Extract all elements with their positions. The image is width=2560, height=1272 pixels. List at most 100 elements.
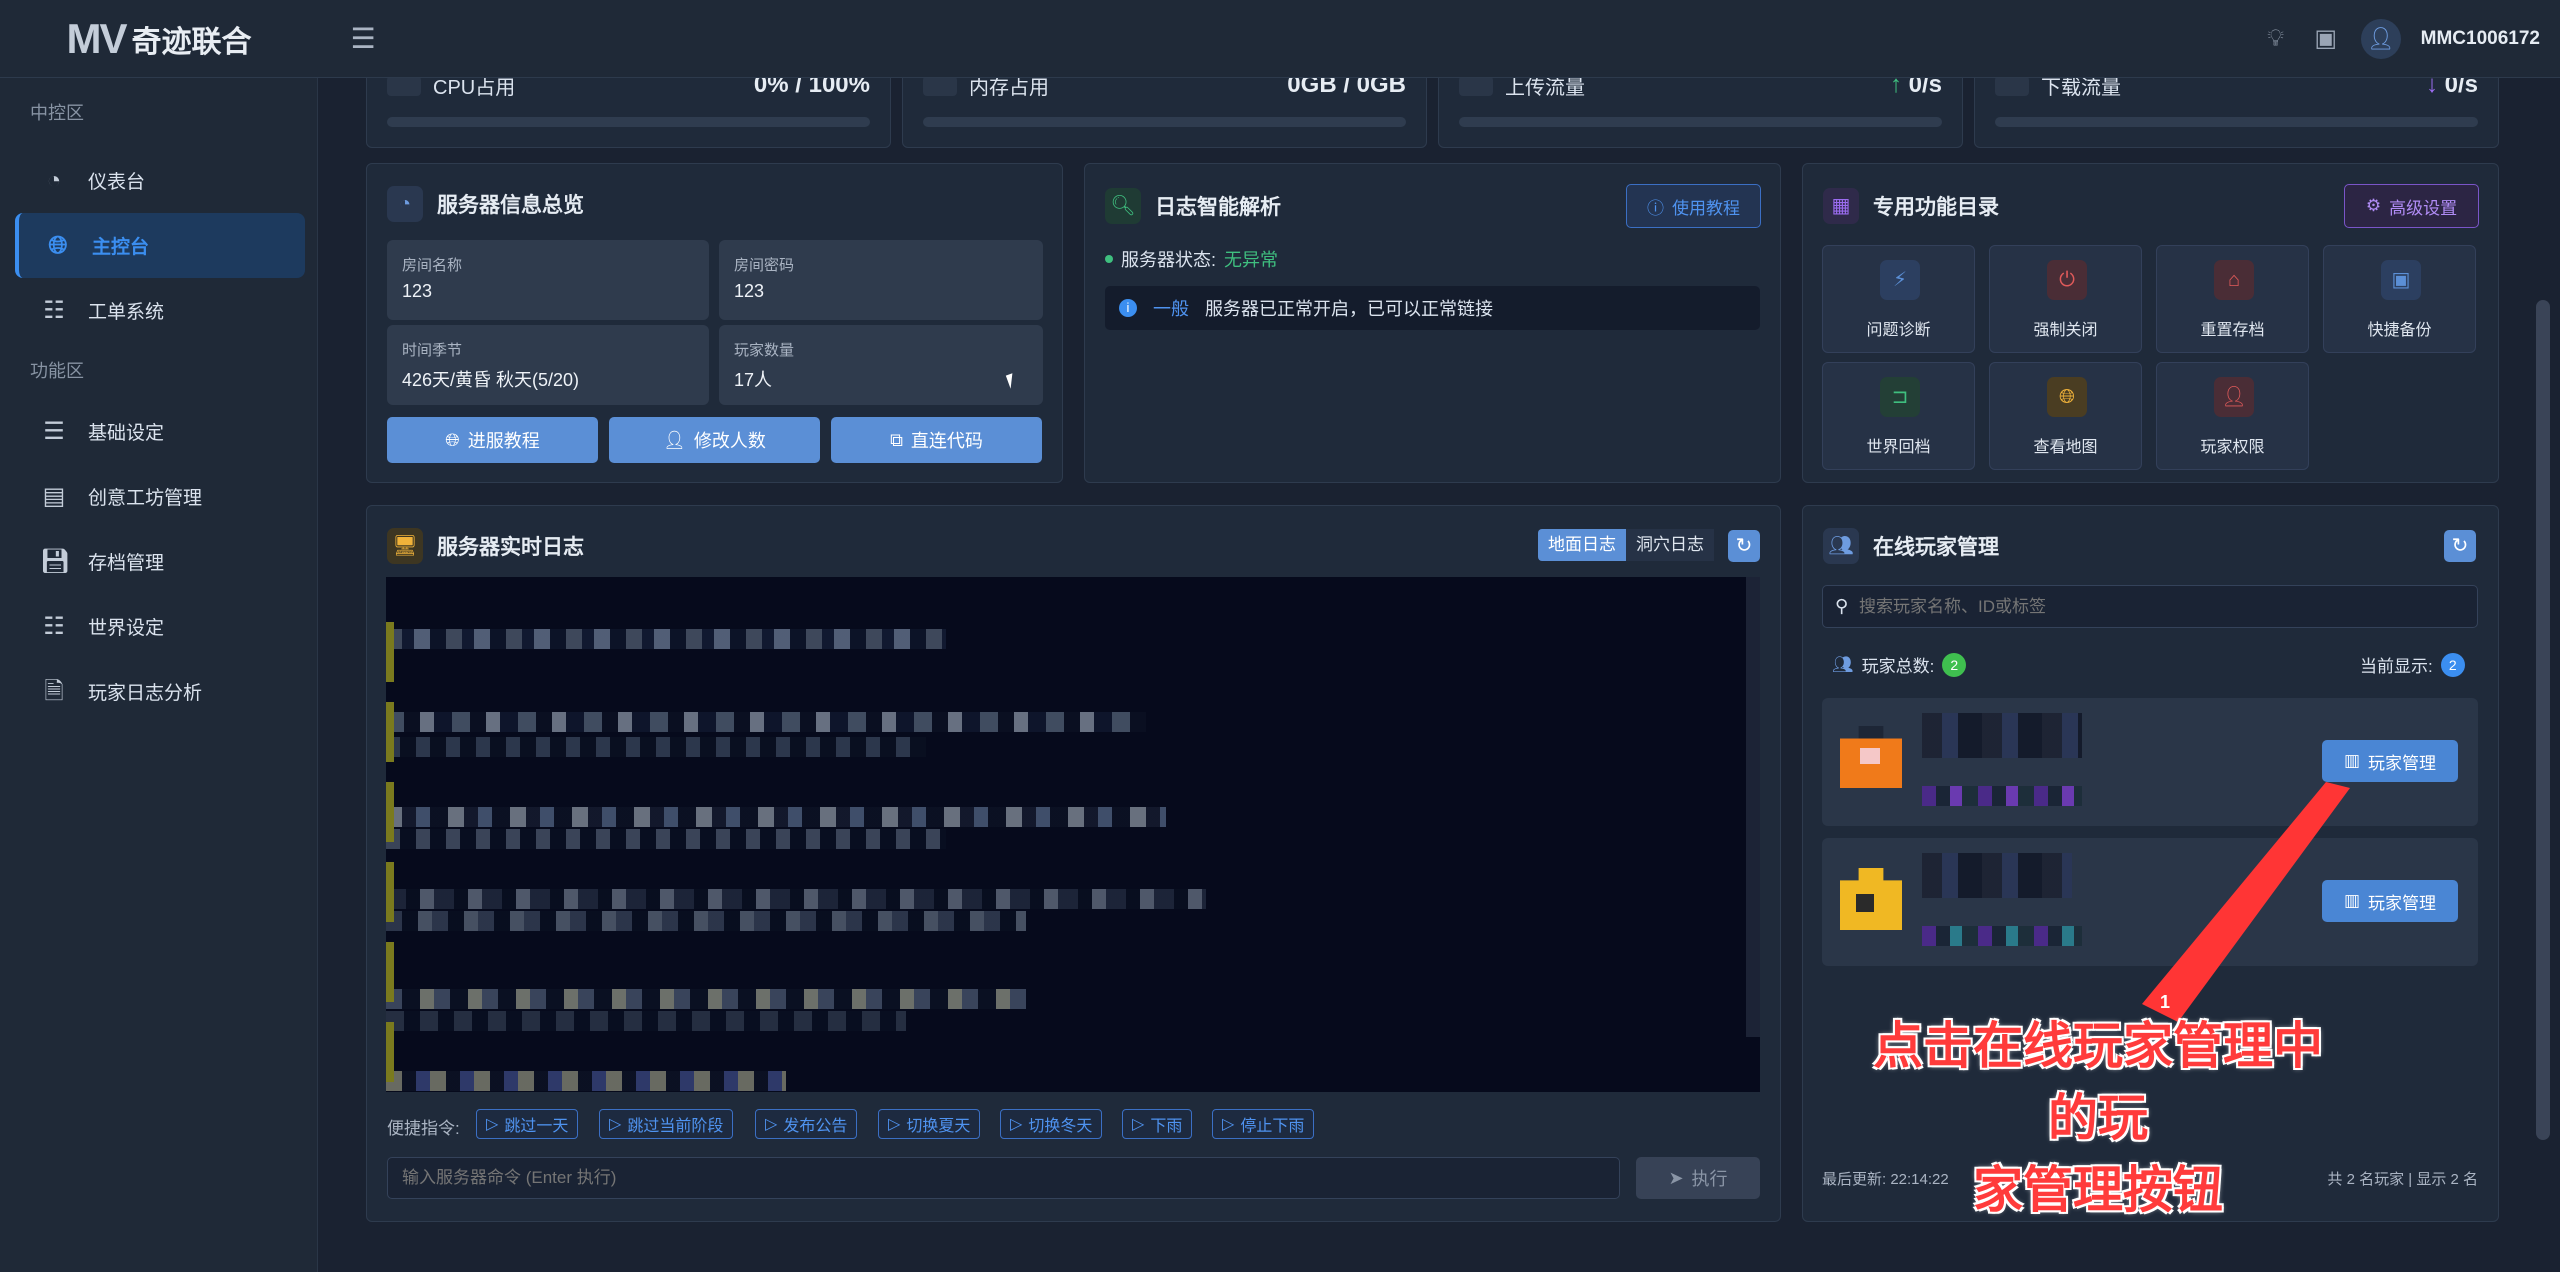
log-terminal[interactable] xyxy=(386,577,1760,1092)
cmd-summer-button[interactable]: ▷ 切换夏天 xyxy=(878,1109,981,1139)
workshop-icon: ▤ xyxy=(42,482,66,510)
button-label: 发布公告 xyxy=(783,1118,848,1135)
pixelated-log-line xyxy=(386,989,1026,1009)
field-key: 时间季节 xyxy=(402,342,463,359)
brand[interactable]: MV 奇迹联合 xyxy=(0,0,318,78)
field-key: 玩家数量 xyxy=(734,342,795,359)
gauge-icon: ◔ xyxy=(387,186,423,222)
sidebar-section-function: 功能区 xyxy=(30,361,84,381)
cmd-winter-button[interactable]: ▷ 切换冬天 xyxy=(1000,1109,1103,1139)
tab-ground-log[interactable]: 地面日志 xyxy=(1538,529,1626,561)
tile-player-permissions[interactable]: 👤︎ 玩家权限 xyxy=(2156,362,2309,470)
advanced-settings-button[interactable]: ⚙ 高级设置 xyxy=(2344,184,2479,228)
cmd-skip-phase-button[interactable]: ▷ 跳过当前阶段 xyxy=(599,1109,734,1139)
refresh-players-icon[interactable]: ↻ xyxy=(2444,530,2476,562)
current-count-badge: 2 xyxy=(2440,652,2465,677)
field-player-count: 玩家数量 17人 xyxy=(719,325,1043,405)
user-avatar-icon[interactable]: 👤︎ xyxy=(2360,19,2401,59)
player-total: 👥︎ 玩家总数: 2 xyxy=(1832,652,1967,677)
cmd-rain-button[interactable]: ▷ 下雨 xyxy=(1122,1109,1193,1139)
lightning-icon: ⚡︎ xyxy=(1880,260,1920,300)
field-room-password: 房间密码 123 xyxy=(719,240,1043,320)
log-scrollbar[interactable] xyxy=(1746,577,1760,1037)
brand-logo: MV xyxy=(66,15,128,62)
tile-label: 查看地图 xyxy=(2033,439,2098,456)
monitor-icon: 🖥︎ xyxy=(387,528,423,564)
notification-icon[interactable]: ▣ xyxy=(2311,24,2341,54)
play-circle-icon: ▷ xyxy=(888,1116,901,1133)
upload-progress-bar xyxy=(1459,117,1942,127)
tile-force-close[interactable]: ⏻ 强制关闭 xyxy=(1989,245,2142,353)
join-tutorial-button[interactable]: 🌐︎ 进服教程 xyxy=(387,417,598,463)
edit-player-count-button[interactable]: 👤︎ 修改人数 xyxy=(609,417,820,463)
pixelated-log-line xyxy=(386,911,1026,931)
tile-label: 问题诊断 xyxy=(1866,322,1931,339)
collapse-sidebar-icon[interactable]: ☰ xyxy=(348,24,378,54)
tile-world-rollback[interactable]: ⊐ 世界回档 xyxy=(1822,362,1975,470)
field-key: 房间名称 xyxy=(402,257,463,274)
sidebar-item-basic-settings[interactable]: ☰ 基础设定 xyxy=(0,399,317,464)
analysis-icon: 🔍︎ xyxy=(1105,188,1141,224)
direct-code-button[interactable]: ⧉ 直连代码 xyxy=(831,417,1042,463)
download-progress-bar xyxy=(1995,117,2478,127)
annotation-arrow-shape xyxy=(2142,782,2350,1022)
player-search-box[interactable]: ⚲ xyxy=(1822,585,2478,628)
sidebar-item-dashboard[interactable]: ◔ 仪表台 xyxy=(0,148,317,213)
annotation-text: 点击在线玩家管理中的玩 家管理按钮 xyxy=(1868,1010,2328,1226)
shortcut-label: 便捷指令: xyxy=(387,1119,460,1138)
cmd-stop-rain-button[interactable]: ▷ 停止下雨 xyxy=(1212,1109,1315,1139)
tile-diagnose[interactable]: ⚡︎ 问题诊断 xyxy=(1822,245,1975,353)
play-circle-icon: ▷ xyxy=(765,1116,778,1133)
sidebar-item-label: 创意工坊管理 xyxy=(88,488,203,509)
sidebar-item-console[interactable]: 🌐︎ 主控台 xyxy=(15,213,305,278)
status-value: 无异常 xyxy=(1224,250,1279,270)
usage-tutorial-button[interactable]: ⓘ 使用教程 xyxy=(1626,184,1761,228)
sidebar-item-tickets[interactable]: ☷ 工单系统 xyxy=(0,278,317,343)
send-icon: ➤ xyxy=(1668,1167,1684,1188)
tile-quick-backup[interactable]: ▣ 快捷备份 xyxy=(2323,245,2476,353)
tile-view-map[interactable]: 🌐︎ 查看地图 xyxy=(1989,362,2142,470)
cpu-progress-bar xyxy=(387,117,870,127)
button-label: 下雨 xyxy=(1150,1118,1183,1135)
pixelated-log-line xyxy=(386,829,946,849)
backup-icon: ▣ xyxy=(2381,260,2421,300)
field-value: 17人 xyxy=(734,370,773,390)
sidebar-item-world-settings[interactable]: ☷ 世界设定 xyxy=(0,594,317,659)
field-key: 房间密码 xyxy=(734,257,795,274)
users-icon: 👥︎ xyxy=(1832,654,1854,674)
log-gutter xyxy=(386,622,394,1092)
dashboard-gauge-icon: ◔ xyxy=(46,166,62,194)
page-scrollbar[interactable] xyxy=(2536,300,2550,1140)
player-footer-summary: 共 2 名玩家 | 显示 2 名 xyxy=(2327,1171,2478,1188)
memory-progress-bar xyxy=(923,117,1406,127)
reset-icon: ⌂ xyxy=(2214,260,2254,300)
cmd-announce-button[interactable]: ▷ 发布公告 xyxy=(755,1109,858,1139)
refresh-log-icon[interactable]: ↻ xyxy=(1728,530,1760,562)
sidebar-item-label: 世界设定 xyxy=(88,618,165,639)
sidebar-section-control: 中控区 xyxy=(30,103,84,123)
pixelated-log-line xyxy=(386,1071,786,1091)
sidebar-item-saves[interactable]: 💾︎ 存档管理 xyxy=(0,529,317,594)
cmd-skip-day-button[interactable]: ▷ 跳过一天 xyxy=(476,1109,579,1139)
log-entry: i 一般 服务器已正常开启，已可以正常链接 xyxy=(1105,286,1760,330)
command-input[interactable] xyxy=(387,1157,1620,1199)
info-icon: i xyxy=(1119,299,1137,317)
player-search-input[interactable] xyxy=(1859,586,2469,627)
top-right-area-overlay: 💡︎ ▣ 👤︎ MMC1006172 xyxy=(2261,0,2540,78)
sidebar-item-player-logs[interactable]: 🗎︎ 玩家日志分析 xyxy=(0,659,317,724)
username[interactable]: MMC1006172 xyxy=(2421,28,2540,50)
sidebar-item-workshop[interactable]: ▤ 创意工坊管理 xyxy=(0,464,317,529)
sidebar-item-label: 主控台 xyxy=(92,237,150,258)
tile-reset-save[interactable]: ⌂ 重置存档 xyxy=(2156,245,2309,353)
button-label: 使用教程 xyxy=(1672,198,1740,218)
pixelated-log-line xyxy=(386,737,926,757)
tile-label: 快捷备份 xyxy=(2367,322,2432,339)
theme-bulb-icon[interactable]: 💡︎ xyxy=(2261,24,2291,54)
globe-icon: 🌐︎ xyxy=(445,429,460,450)
sidebar-item-label: 工单系统 xyxy=(88,302,165,323)
execute-button[interactable]: ➤ 执行 xyxy=(1636,1157,1760,1199)
tab-cave-log[interactable]: 洞穴日志 xyxy=(1626,529,1714,561)
play-circle-icon: ▷ xyxy=(486,1116,499,1133)
total-label: 玩家总数: xyxy=(1861,657,1935,676)
total-count-badge: 2 xyxy=(1942,652,1967,677)
